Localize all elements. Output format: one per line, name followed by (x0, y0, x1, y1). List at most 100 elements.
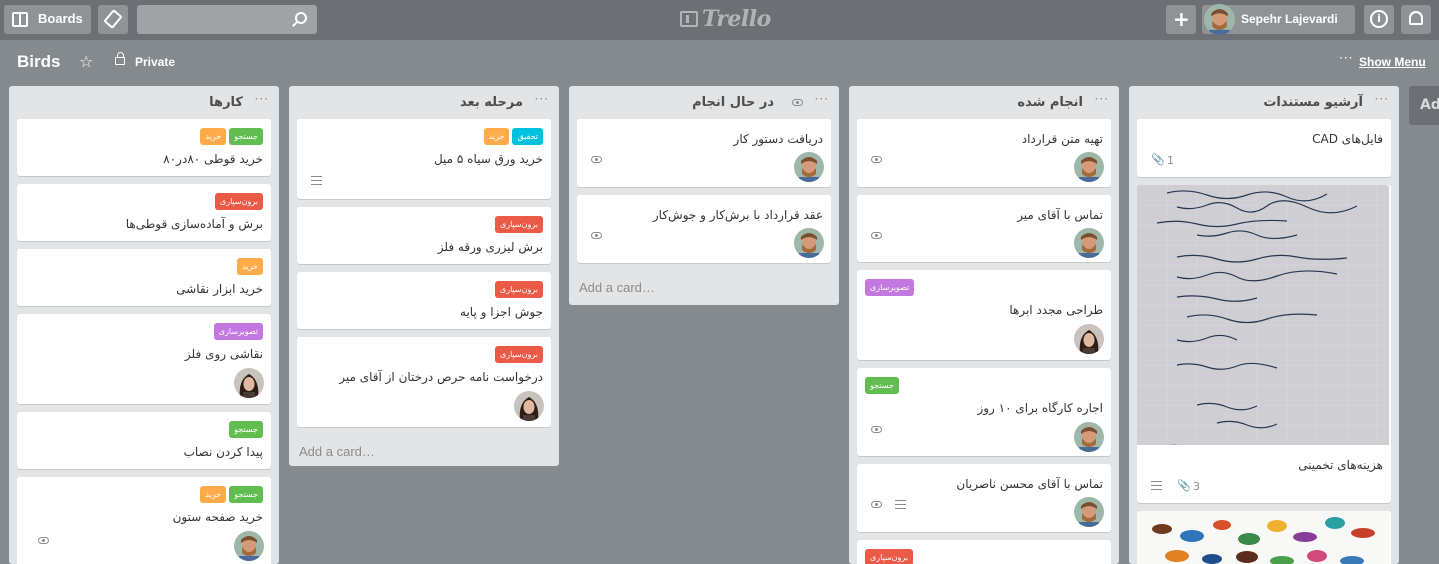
add-list-button[interactable]: Add a list… (1409, 86, 1439, 125)
card-title: خرید صفحه ستون (172, 510, 263, 524)
member-avatar[interactable] (1074, 324, 1104, 354)
list-header[interactable]: کارها ··· (9, 86, 279, 119)
attachment-count: 3 (1193, 480, 1200, 493)
list-card[interactable]: برون‌سپاری (857, 540, 1111, 564)
list-title[interactable]: آرشیو مستندات (1263, 95, 1363, 110)
plus-icon: + (1173, 7, 1190, 31)
list-card[interactable]: تحقیق خرید خرید ورق سیاه ۵ میل (297, 119, 551, 199)
list-card[interactable] (1137, 511, 1391, 564)
member-avatar[interactable] (794, 152, 824, 182)
list-menu-icon[interactable]: ··· (1375, 92, 1389, 106)
card-title: طراحی مجدد ابرها (1009, 303, 1103, 317)
member-avatar[interactable] (1074, 497, 1104, 527)
card-title: نقاشی روی فلز (184, 347, 263, 361)
list-title[interactable]: انجام شده (1017, 95, 1083, 110)
list-title[interactable]: کارها (209, 95, 243, 110)
card-title: خرید ابزار نقاشی (176, 282, 263, 296)
list-card[interactable]: جستجو اجاره کارگاه برای ۱۰ روز (857, 368, 1111, 456)
avatar (1204, 4, 1235, 35)
list-title[interactable]: در حال انجام (692, 95, 774, 110)
card-title: تماس با آقای میر (1017, 208, 1103, 222)
member-avatar[interactable] (1074, 152, 1104, 182)
add-card-button[interactable]: Add a card… (569, 271, 839, 303)
member-avatar[interactable] (234, 531, 264, 561)
list-card[interactable]: جستجو خرید خرید صفحه ستون (17, 477, 271, 564)
list-card[interactable]: خرید خرید ابزار نقاشی (17, 249, 271, 306)
card-title: فایل‌های CAD (1312, 132, 1383, 146)
lock-icon[interactable] (115, 52, 125, 65)
member-avatar[interactable] (794, 228, 824, 258)
description-icon (895, 500, 906, 509)
card-title: دریافت دستور کار (733, 132, 823, 146)
card-label: جستجو (865, 377, 899, 394)
list-title[interactable]: مرحله بعد (460, 95, 523, 110)
eye-icon (591, 156, 602, 163)
member-avatar[interactable] (514, 391, 544, 421)
list-card[interactable]: فایل‌های CAD 📎 1 (1137, 119, 1391, 177)
list-header[interactable]: آرشیو مستندات ··· (1129, 86, 1399, 119)
tag-button[interactable] (98, 5, 128, 34)
list-header[interactable]: در حال انجام ··· (569, 86, 839, 119)
board-title[interactable]: Birds (17, 52, 60, 72)
card-labels: جستجو (865, 377, 899, 394)
card-labels: تصویرسازی (213, 323, 263, 340)
notifications-button[interactable] (1401, 5, 1431, 34)
list-card[interactable]: دریافت دستور کار (577, 119, 831, 187)
search-input[interactable] (137, 5, 317, 34)
boards-icon (12, 12, 28, 27)
trello-logo-text: Trello (702, 6, 771, 32)
visibility-label[interactable]: Private (135, 55, 175, 69)
boards-button[interactable]: Boards (4, 5, 91, 34)
add-card-button[interactable]: Add a card… (289, 435, 559, 467)
card-title: خرید قوطی ۸۰در۸۰ (163, 152, 263, 166)
list-card[interactable]: برون‌سپاری درخواست نامه حرص درختان از آق… (297, 337, 551, 427)
eye-icon (871, 426, 882, 433)
more-icon[interactable]: ··· (1339, 51, 1353, 65)
list-archive: آرشیو مستندات ··· فایل‌های CAD 📎 1 (1129, 86, 1399, 564)
list-card[interactable]: تماس با آقای محسن ناصریان (857, 464, 1111, 532)
card-labels: خرید (237, 258, 263, 275)
list-card[interactable]: برون‌سپاری برش و آماده‌سازی قوطی‌ها (17, 184, 271, 241)
card-labels: جستجو (229, 421, 263, 438)
list-card[interactable]: تصویرسازی طراحی مجدد ابرها (857, 270, 1111, 360)
list-card[interactable]: عقد قرارداد با برش‌کار و جوش‌کار (577, 195, 831, 263)
show-menu-link[interactable]: Show Menu (1359, 55, 1426, 69)
card-label: تصویرسازی (213, 323, 263, 340)
search-icon[interactable] (295, 12, 307, 24)
list-menu-icon[interactable]: ··· (255, 92, 269, 106)
list-header[interactable]: مرحله بعد ··· (289, 86, 559, 119)
eye-icon (871, 501, 882, 508)
attachment-icon: 📎 (1151, 153, 1165, 166)
top-header: Boards Trello + Sepehr Lajevardi i (0, 0, 1439, 40)
create-button[interactable]: + (1166, 5, 1196, 34)
bell-icon (1409, 11, 1423, 25)
card-label: جستجو (229, 421, 263, 438)
list-menu-icon[interactable]: ··· (535, 92, 549, 106)
list-card[interactable]: تهیه متن قرارداد (857, 119, 1111, 187)
star-icon[interactable]: ☆ (79, 52, 93, 71)
card-title: تهیه متن قرارداد (1021, 132, 1103, 146)
eye-icon (38, 537, 49, 544)
attachment-icon: 📎 (1177, 479, 1191, 492)
description-icon (311, 176, 322, 185)
card-labels: جستجو خرید (200, 128, 263, 145)
member-avatar[interactable] (1074, 228, 1104, 258)
card-label: خرید (200, 486, 227, 503)
list-card[interactable]: برون‌سپاری جوش اجزا و پایه (297, 272, 551, 329)
list-menu-icon[interactable]: ··· (815, 92, 829, 106)
info-button[interactable]: i (1364, 5, 1394, 34)
list-card[interactable]: تماس با آقای میر (857, 195, 1111, 262)
user-menu-button[interactable]: Sepehr Lajevardi (1202, 4, 1355, 35)
member-avatar[interactable] (1074, 422, 1104, 452)
list-card[interactable]: هزینه‌های تخمینی 📎 3 (1137, 185, 1391, 503)
card-title: هزینه‌های تخمینی (1298, 458, 1383, 472)
list-card[interactable]: جستجو خرید خرید قوطی ۸۰در۸۰ (17, 119, 271, 176)
list-card[interactable]: تصویرسازی نقاشی روی فلز (17, 314, 271, 404)
list-card[interactable]: برون‌سپاری برش لیزری ورقه فلز (297, 207, 551, 264)
watch-eye-icon (792, 99, 803, 106)
tag-icon (103, 9, 123, 29)
list-card[interactable]: جستجو پیدا کردن نصاب (17, 412, 271, 469)
member-avatar[interactable] (234, 368, 264, 398)
list-header[interactable]: انجام شده ··· (849, 86, 1119, 119)
list-menu-icon[interactable]: ··· (1095, 92, 1109, 106)
